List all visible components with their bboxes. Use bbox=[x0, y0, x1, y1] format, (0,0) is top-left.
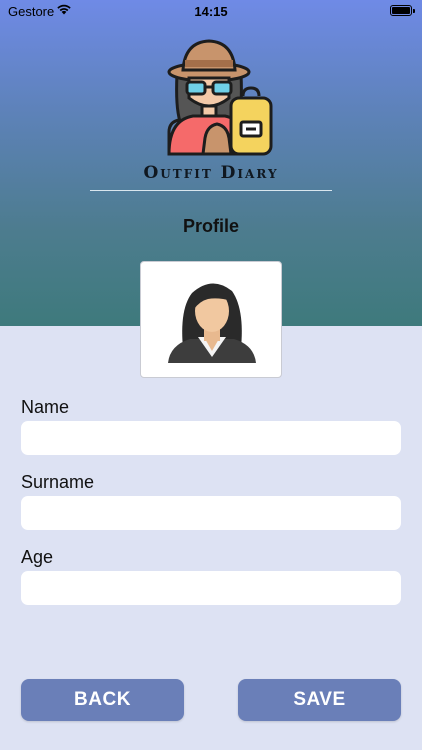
profile-photo[interactable] bbox=[140, 261, 282, 378]
battery-icon bbox=[390, 5, 415, 16]
surname-label: Surname bbox=[21, 472, 95, 492]
back-button[interactable]: BACK bbox=[21, 679, 184, 721]
name-label: Name bbox=[21, 397, 70, 417]
app-name: Outfit Diary bbox=[143, 163, 279, 183]
surname-input[interactable] bbox=[21, 496, 401, 530]
save-button[interactable]: SAVE bbox=[238, 679, 401, 721]
status-time: 14:15 bbox=[194, 4, 228, 19]
age-label: Age bbox=[21, 547, 54, 567]
age-input[interactable] bbox=[21, 571, 401, 605]
app-logo-icon bbox=[147, 36, 275, 160]
woman-avatar-icon bbox=[168, 283, 256, 363]
name-input[interactable] bbox=[21, 421, 401, 455]
page-title: Profile bbox=[182, 216, 239, 236]
status-bar: Gestore 14:15 bbox=[0, 0, 422, 22]
header-divider bbox=[90, 190, 332, 191]
